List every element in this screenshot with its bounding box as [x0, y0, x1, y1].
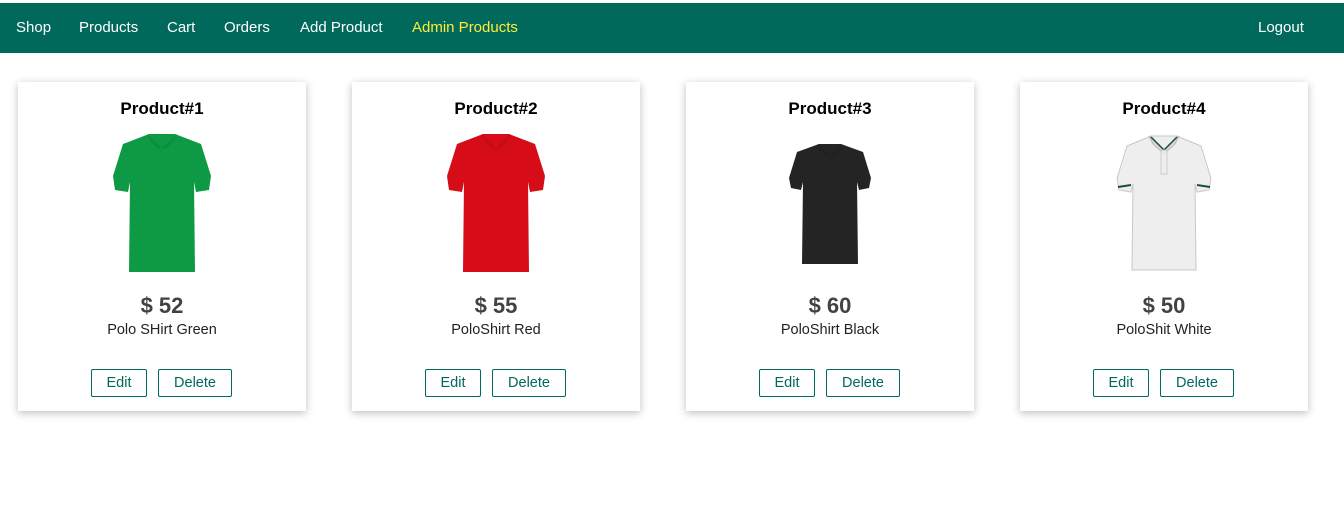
nav-orders[interactable]: Orders: [224, 3, 270, 53]
delete-button[interactable]: Delete: [826, 369, 900, 397]
product-title: Product#3: [788, 99, 872, 118]
edit-button[interactable]: Edit: [425, 369, 481, 397]
nav-products[interactable]: Products: [79, 3, 138, 53]
shirt-svg: [113, 134, 211, 272]
edit-button[interactable]: Edit: [759, 369, 815, 397]
black-polo-shirt-image: [765, 130, 895, 280]
product-description: PoloShirt Black: [780, 322, 880, 338]
edit-button[interactable]: Edit: [1093, 369, 1149, 397]
product-title: Product#1: [120, 99, 204, 118]
product-title: Product#4: [1122, 99, 1206, 118]
product-price: $ 55: [474, 293, 518, 318]
red-polo-shirt-image: [431, 130, 561, 280]
shirt-svg: [789, 144, 871, 264]
nav-logout[interactable]: Logout: [1258, 3, 1304, 53]
product-description: PoloShirt Red: [451, 322, 541, 338]
product-title: Product#2: [454, 99, 538, 118]
product-card: Product#1 $ 52 Polo SHirt Green Edit Del…: [18, 82, 306, 411]
product-card: Product#2 $ 55 PoloShirt Red Edit Delete: [352, 82, 640, 411]
product-card: Product#3 $ 60 PoloShirt Black Edit Dele…: [686, 82, 974, 411]
main-navbar: Shop Products Cart Orders Add Product Ad…: [0, 3, 1344, 53]
delete-button[interactable]: Delete: [492, 369, 566, 397]
green-polo-shirt-image: [97, 130, 227, 280]
nav-add-product[interactable]: Add Product: [300, 3, 383, 53]
product-card: Product#4 $ 50 PoloShit White Edit Delet…: [1020, 82, 1308, 411]
product-description: PoloShit White: [1116, 322, 1212, 338]
white-polo-shirt-image: [1099, 130, 1229, 280]
product-price: $ 60: [808, 293, 852, 318]
shirt-svg: [447, 134, 545, 272]
nav-admin-products[interactable]: Admin Products: [412, 3, 518, 53]
product-description: Polo SHirt Green: [107, 322, 217, 338]
nav-shop[interactable]: Shop: [16, 3, 51, 53]
shirt-svg: [1116, 135, 1212, 271]
product-price: $ 52: [140, 293, 184, 318]
edit-button[interactable]: Edit: [91, 369, 147, 397]
delete-button[interactable]: Delete: [1160, 369, 1234, 397]
product-price: $ 50: [1142, 293, 1186, 318]
nav-cart[interactable]: Cart: [167, 3, 195, 53]
delete-button[interactable]: Delete: [158, 369, 232, 397]
